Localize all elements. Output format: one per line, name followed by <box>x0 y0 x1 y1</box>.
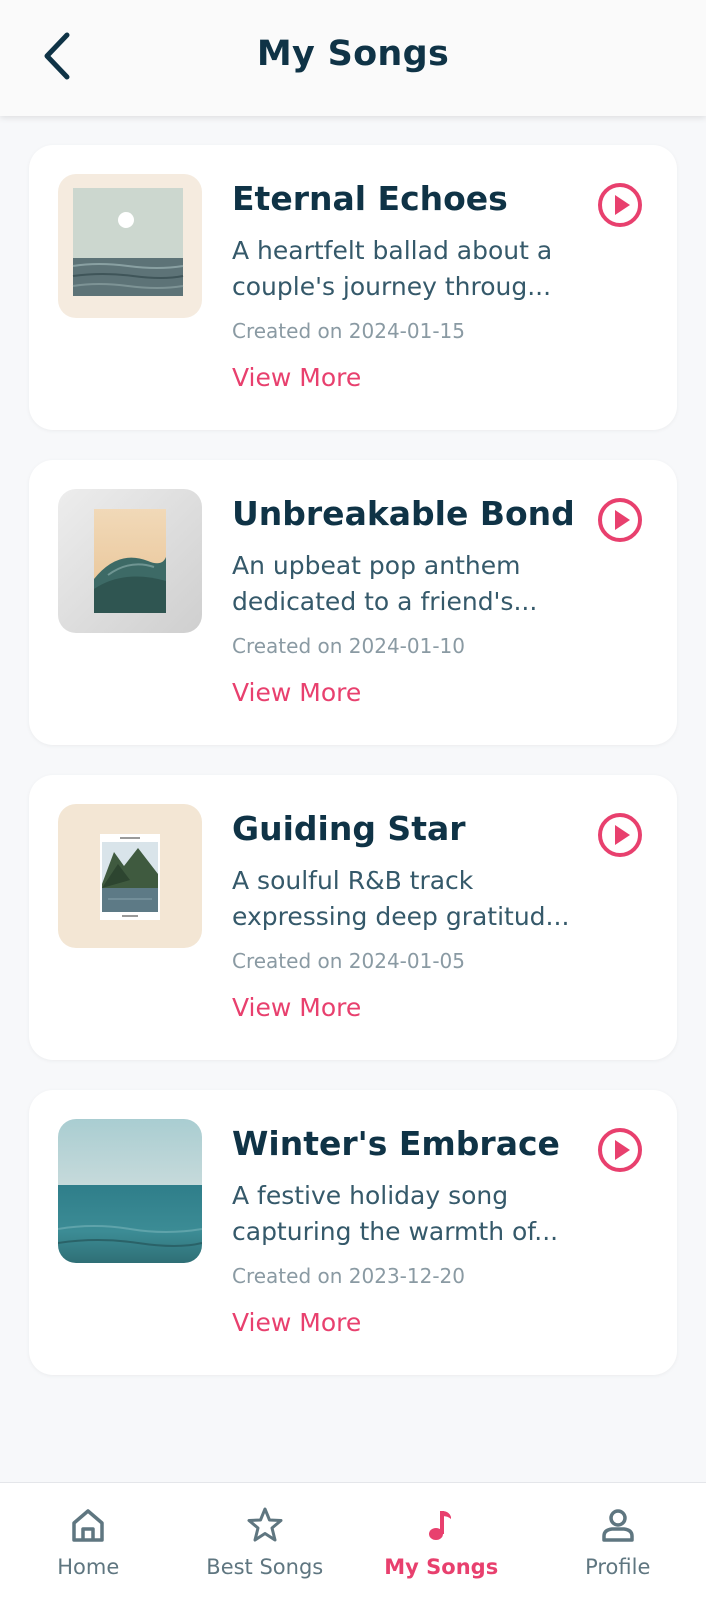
song-title: Winter's Embrace <box>232 1124 572 1163</box>
nav-item-profile[interactable]: Profile <box>530 1483 706 1601</box>
nav-item-my-songs[interactable]: My Songs <box>353 1483 530 1601</box>
song-title: Unbreakable Bond <box>232 494 572 533</box>
play-icon[interactable] <box>596 496 644 544</box>
description-line: A soulful R&B track <box>232 863 572 899</box>
fjord-poster-art <box>58 804 202 948</box>
sea-moon-art <box>58 174 202 318</box>
song-artwork <box>58 1119 202 1263</box>
ocean-horizon-art <box>58 1119 202 1263</box>
view-more-link[interactable]: View More <box>232 1308 361 1337</box>
created-date: Created on 2024-01-10 <box>232 634 465 658</box>
page-title: My Songs <box>0 34 706 74</box>
description-line: expressing deep gratitud... <box>232 899 572 935</box>
song-description: A heartfelt ballad about a couple's jour… <box>232 233 572 305</box>
view-more-link[interactable]: View More <box>232 993 361 1022</box>
profile-icon <box>598 1505 638 1545</box>
song-description: An upbeat pop anthem dedicated to a frie… <box>232 548 572 620</box>
song-title: Eternal Echoes <box>232 179 572 218</box>
nav-item-home[interactable]: Home <box>0 1483 177 1601</box>
top-bar: My Songs <box>0 0 706 116</box>
nav-label: Home <box>0 1555 177 1579</box>
song-description: A festive holiday song capturing the war… <box>232 1178 572 1250</box>
song-card[interactable]: Eternal Echoes A heartfelt ballad about … <box>29 145 677 430</box>
star-icon <box>245 1505 285 1545</box>
view-more-link[interactable]: View More <box>232 363 361 392</box>
wave-print-art <box>58 489 202 633</box>
created-date: Created on 2023-12-20 <box>232 1264 465 1288</box>
song-card[interactable]: Guiding Star A soulful R&B track express… <box>29 775 677 1060</box>
play-icon[interactable] <box>596 1126 644 1174</box>
song-description: A soulful R&B track expressing deep grat… <box>232 863 572 935</box>
description-line: couple's journey throug... <box>232 269 572 305</box>
description-line: A festive holiday song <box>232 1178 572 1214</box>
description-line: A heartfelt ballad about a <box>232 233 572 269</box>
song-title: Guiding Star <box>232 809 572 848</box>
nav-label: Best Songs <box>177 1555 354 1579</box>
song-artwork <box>58 489 202 633</box>
description-line: capturing the warmth of... <box>232 1214 572 1250</box>
description-line: An upbeat pop anthem <box>232 548 572 584</box>
song-card[interactable]: Unbreakable Bond An upbeat pop anthem de… <box>29 460 677 745</box>
nav-label: My Songs <box>353 1555 530 1579</box>
music-note-icon <box>421 1505 461 1545</box>
created-date: Created on 2024-01-15 <box>232 319 465 343</box>
song-card[interactable]: Winter's Embrace A festive holiday song … <box>29 1090 677 1375</box>
nav-label: Profile <box>530 1555 706 1579</box>
song-list: Eternal Echoes A heartfelt ballad about … <box>29 145 677 1405</box>
home-icon <box>68 1505 108 1545</box>
play-icon[interactable] <box>596 181 644 229</box>
song-artwork <box>58 174 202 318</box>
bottom-navigation: Home Best Songs My Songs Profile <box>0 1482 706 1601</box>
nav-item-best-songs[interactable]: Best Songs <box>177 1483 354 1601</box>
view-more-link[interactable]: View More <box>232 678 361 707</box>
created-date: Created on 2024-01-05 <box>232 949 465 973</box>
description-line: dedicated to a friend's... <box>232 584 572 620</box>
song-artwork <box>58 804 202 948</box>
play-icon[interactable] <box>596 811 644 859</box>
